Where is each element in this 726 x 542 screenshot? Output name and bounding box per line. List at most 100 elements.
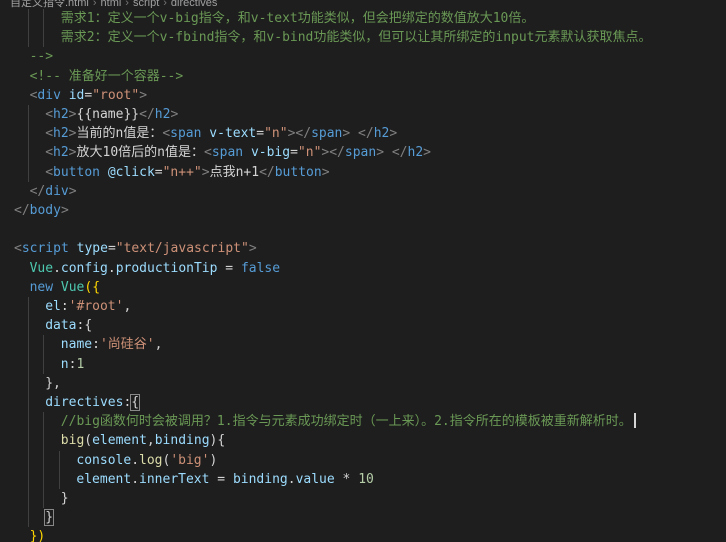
code-token: <: [14, 241, 22, 257]
code-line[interactable]: directives:{: [0, 393, 726, 413]
code-line[interactable]: -->: [0, 47, 726, 66]
code-token: h2: [407, 145, 424, 161]
code-line[interactable]: 需求1：定义一个v-big指令，和v-text功能类似，但会把绑定的数值放大10…: [0, 9, 726, 29]
code-line[interactable]: 需求2：定义一个v-fbind指令，和v-bind功能类似，但可以让其所绑定的i…: [0, 28, 726, 48]
indent-guide: [27, 393, 29, 413]
breadcrumb-item-file[interactable]: 自定义指令.html: [10, 0, 89, 8]
text-cursor: [633, 413, 636, 429]
code-token: 10: [358, 471, 374, 487]
code-token: binding: [154, 433, 210, 449]
code-text: 需求2：定义一个v-fbind指令，和v-bind功能类似，但可以让其所绑定的i…: [61, 28, 652, 47]
code-line[interactable]: <!-- 准备好一个容器-->: [0, 67, 726, 86]
code-line[interactable]: big(element,binding){: [0, 431, 726, 451]
code-token: <: [45, 126, 54, 142]
code-line[interactable]: }: [0, 508, 726, 528]
code-token: productionTip: [115, 260, 218, 276]
code-token: v-text: [209, 126, 257, 142]
code-editor[interactable]: 需求1：定义一个v-big指令，和v-text功能类似，但会把绑定的数值放大10…: [0, 8, 726, 542]
code-token: 1: [76, 356, 85, 372]
code-line[interactable]: console.log('big'): [0, 450, 726, 470]
code-line[interactable]: </body>: [0, 201, 726, 220]
breadcrumb-item-html[interactable]: html: [101, 0, 122, 8]
code-token: </: [259, 164, 275, 180]
code-text: }: [44, 508, 54, 527]
code-line[interactable]: </div>: [0, 182, 726, 201]
code-line[interactable]: <h2>放大10倍后的n值是：<span v-big="n"></span> <…: [0, 143, 726, 163]
code-token: >: [68, 145, 77, 161]
code-token: h2: [373, 126, 390, 142]
code-line[interactable]: data:{: [0, 316, 726, 336]
code-line[interactable]: el:'#root',: [0, 297, 726, 317]
code-token: </: [139, 107, 155, 122]
code-token: div: [45, 183, 69, 199]
code-token: 当前的n值是：: [76, 126, 163, 142]
code-line[interactable]: [0, 220, 726, 239]
code-line[interactable]: n:1: [0, 354, 726, 374]
code-token: .: [53, 260, 61, 276]
code-line[interactable]: <div id="root">: [0, 86, 726, 105]
code-token: element: [92, 433, 147, 449]
code-text: }: [61, 489, 69, 508]
code-token: =: [256, 126, 265, 142]
code-token: Vue: [29, 260, 54, 276]
code-token: config: [60, 260, 108, 276]
code-token: <: [45, 145, 54, 161]
code-token: script: [21, 241, 69, 257]
code-token: h2: [53, 145, 69, 161]
indent-guide: [27, 354, 29, 374]
indent-guide: [43, 9, 45, 29]
code-text: <h2>{{name}}</h2>: [45, 105, 178, 124]
code-line[interactable]: <script type="text/javascript">: [0, 239, 726, 258]
code-line[interactable]: <button @click="n++">点我n+1</button>: [0, 162, 726, 182]
indent-guide: [27, 9, 29, 29]
code-text: 需求1：定义一个v-big指令，和v-text功能类似，但会把绑定的数值放大10…: [61, 9, 535, 28]
code-token: "text/javascript": [115, 241, 249, 257]
indent-guide: [27, 316, 29, 336]
code-token: }): [29, 529, 46, 542]
code-token: "n": [297, 145, 322, 161]
indent-guide: [27, 28, 29, 48]
code-line[interactable]: //big函数何时会被调用？1.指令与元素成功绑定时（一上来）。2.指令所在的模…: [0, 412, 726, 432]
indent-guide: [43, 431, 45, 451]
code-line[interactable]: }: [0, 489, 726, 509]
code-token: =: [209, 471, 233, 487]
code-token: >: [68, 126, 77, 142]
code-token: >: [376, 145, 385, 161]
code-token: :: [60, 299, 69, 314]
indent-guide: [43, 489, 45, 509]
code-line[interactable]: Vue.config.productionTip = false: [0, 259, 726, 278]
code-token: }: [60, 491, 69, 506]
code-token: ,: [154, 337, 163, 353]
code-text: el:'#root',: [45, 297, 131, 316]
code-token: -->: [29, 49, 54, 65]
code-token: 需求1：定义一个v-big指令，和v-text功能类似，但会把绑定的数值放大10…: [60, 11, 535, 26]
indent-guide: [43, 469, 45, 489]
code-token: binding: [232, 471, 288, 487]
breadcrumb-item-directives[interactable]: directives: [171, 0, 217, 8]
indent-guide: [43, 335, 45, 355]
indent-guide: [27, 469, 29, 489]
code-line[interactable]: name:'尚硅谷',: [0, 335, 726, 355]
indent-guide: [43, 450, 45, 470]
code-token: data: [45, 318, 77, 334]
breadcrumb-item-script[interactable]: script: [133, 0, 159, 8]
indent-guide: [58, 450, 60, 470]
code-line[interactable]: new Vue({: [0, 278, 726, 297]
code-text: </div>: [30, 182, 77, 201]
code-token: >: [389, 126, 398, 142]
code-line[interactable]: },: [0, 373, 726, 393]
code-line[interactable]: <h2>当前的n值是：<span v-text="n"></span> </h2…: [0, 124, 726, 144]
code-line[interactable]: element.innerText = binding.value * 10: [0, 469, 726, 489]
code-token: "n": [264, 126, 288, 142]
code-token: n: [60, 356, 69, 372]
code-text: <script type="text/javascript">: [14, 239, 257, 258]
code-token: >: [139, 87, 148, 103]
code-token: <: [45, 164, 54, 180]
code-line[interactable]: }): [0, 527, 726, 542]
code-line[interactable]: <h2>{{name}}</h2>: [0, 105, 726, 125]
code-token: </: [358, 126, 374, 142]
code-token: >: [60, 203, 69, 218]
code-text: directives:{: [45, 393, 141, 412]
code-token: ): [209, 452, 218, 468]
